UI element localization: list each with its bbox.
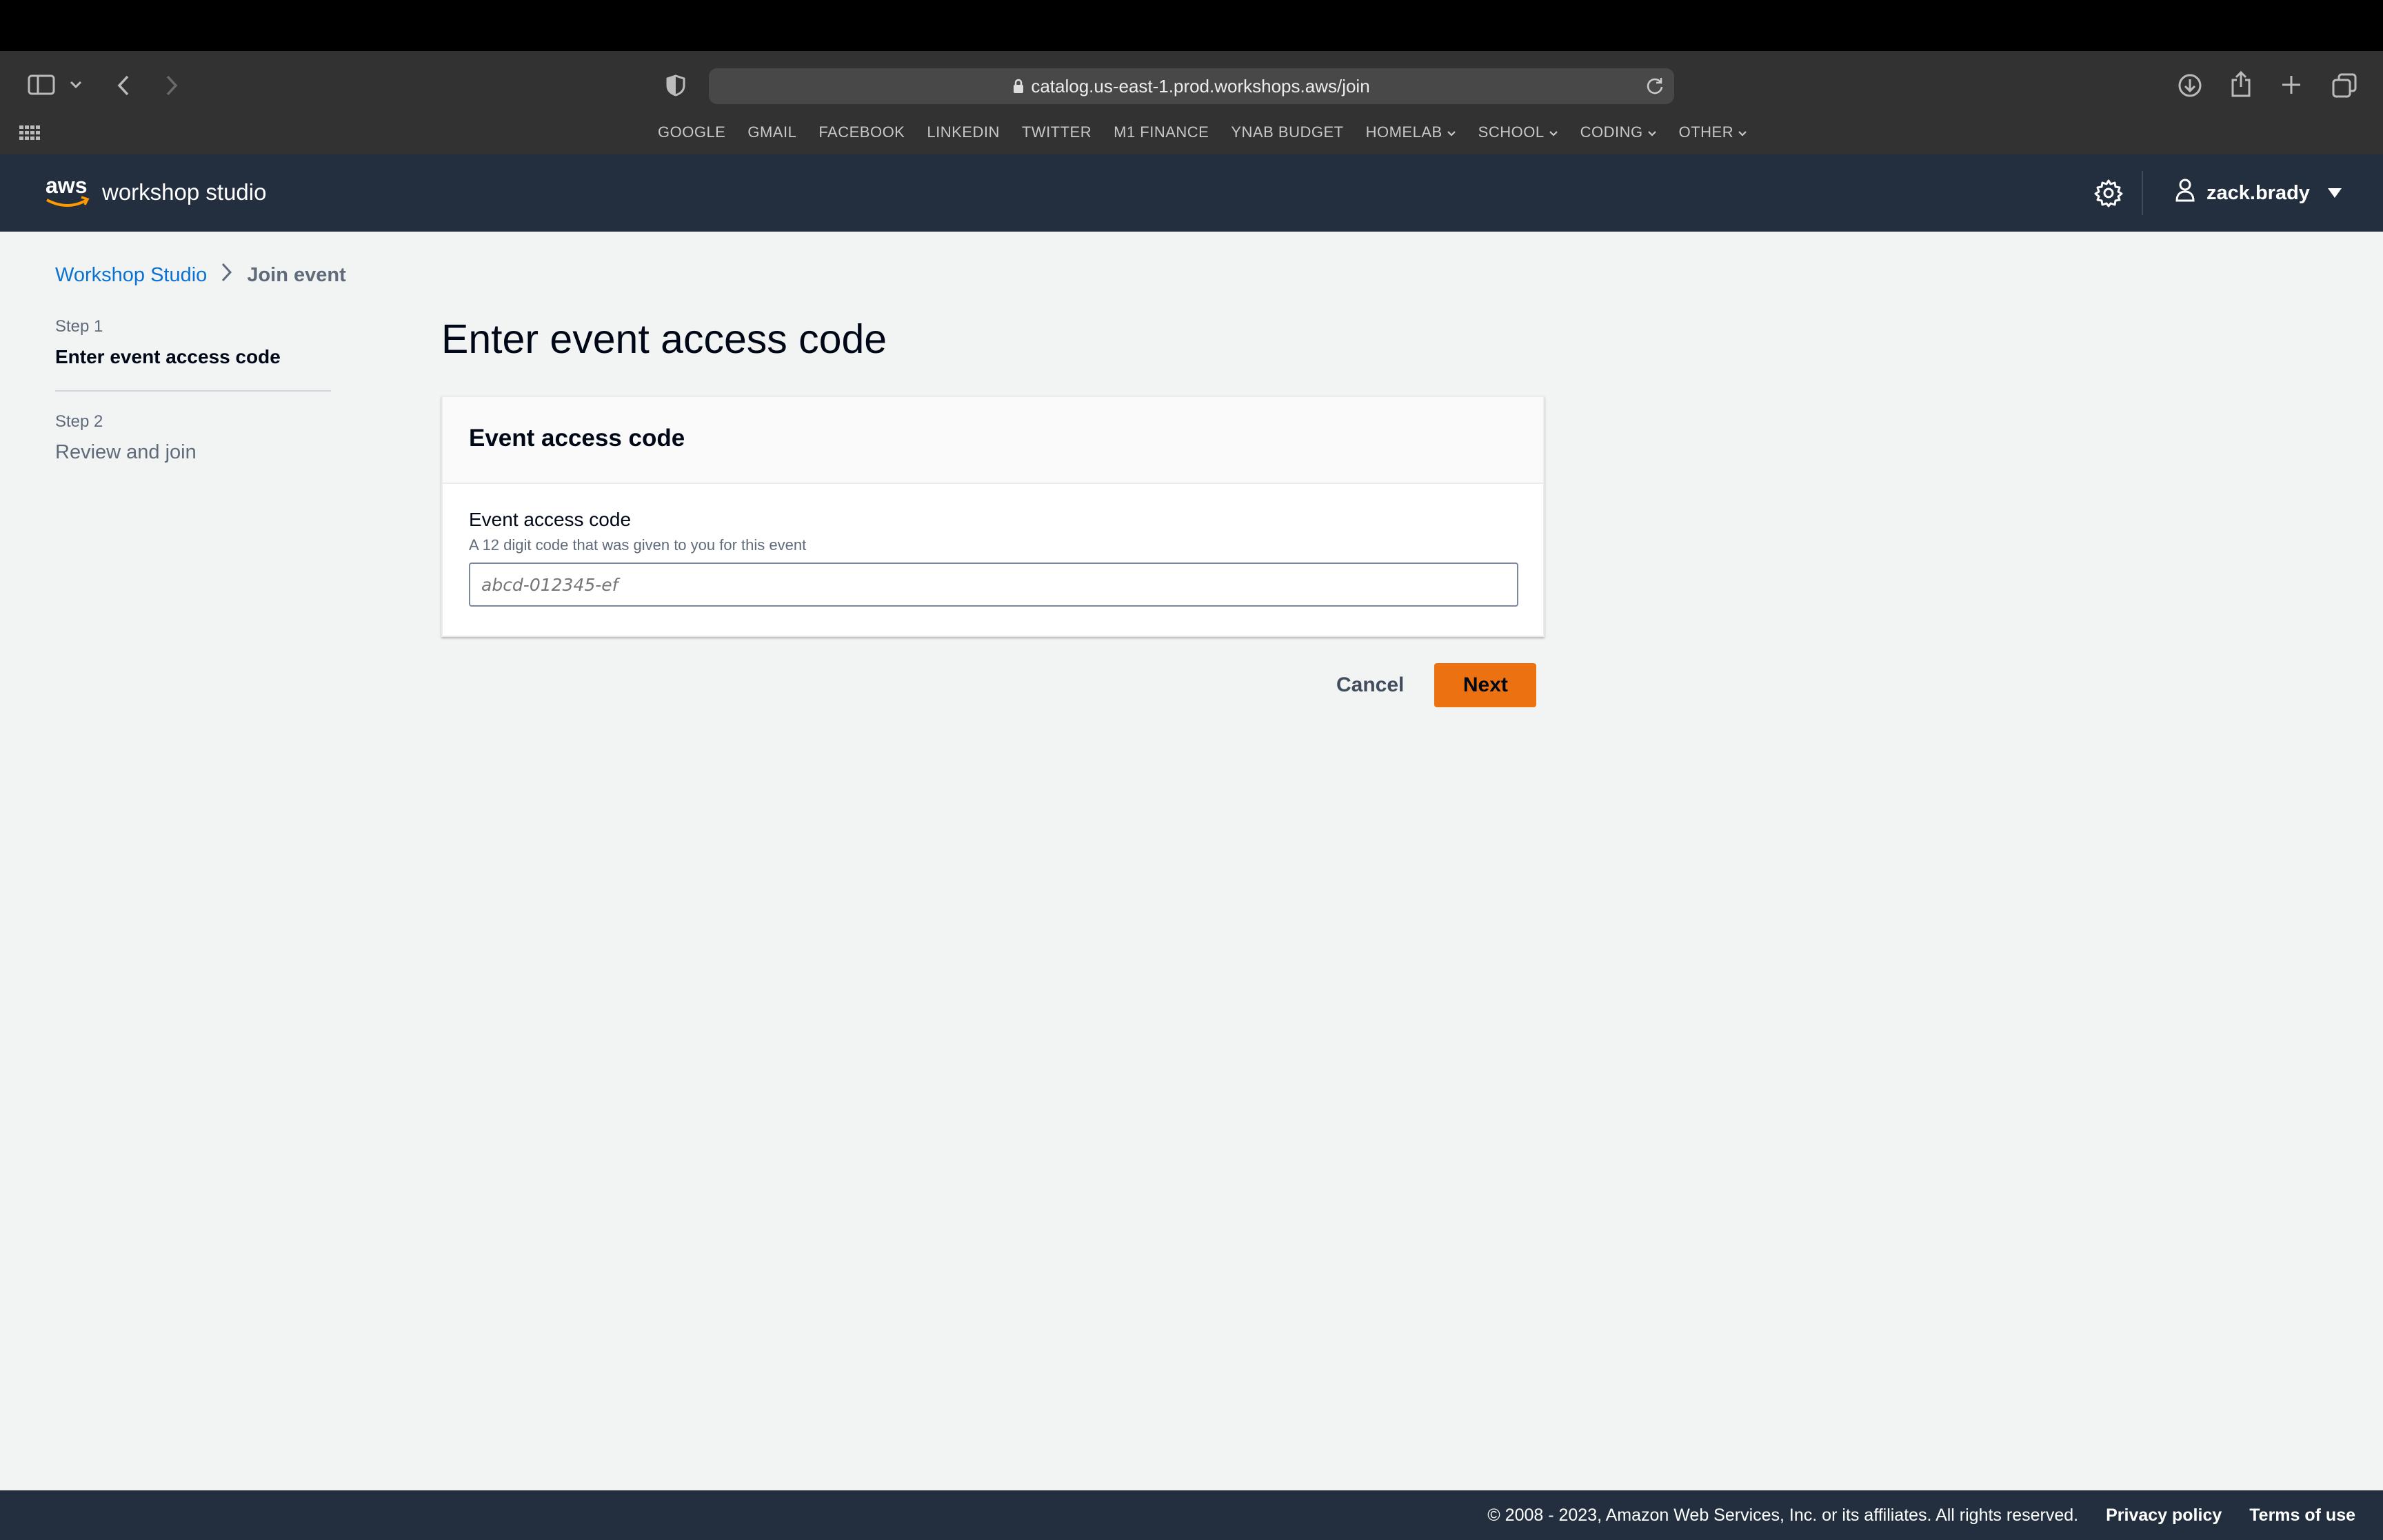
bookmark-coding[interactable]: CODING xyxy=(1580,123,1657,141)
bookmark-label: LINKEDIN xyxy=(927,123,1000,141)
card-title: Event access code xyxy=(469,425,685,452)
menu-bar xyxy=(0,0,2383,51)
step-number: Step 1 xyxy=(55,317,103,336)
lock-icon xyxy=(1013,77,1024,99)
user-menu-button[interactable]: zack.brady xyxy=(2175,178,2343,208)
bookmarks-bar: GOOGLE GMAIL FACEBOOK LINKEDIN TWITTER M1 FIN… xyxy=(658,123,1747,142)
address-bar[interactable]: catalog.us-east-1.prod.workshops.aws/joi… xyxy=(709,68,1674,104)
aws-logo[interactable]: aws xyxy=(44,173,91,213)
bookmark-homelab[interactable]: HOMELAB xyxy=(1366,123,1456,141)
cancel-button[interactable]: Cancel xyxy=(1324,673,1404,697)
chevron-right-icon xyxy=(221,262,233,288)
next-button[interactable]: Next xyxy=(1434,663,1537,707)
new-tab-icon[interactable] xyxy=(2281,74,2302,95)
bookmark-twitter[interactable]: TWITTER xyxy=(1022,123,1092,141)
bookmark-ynab-budget[interactable]: YNAB BUDGET xyxy=(1231,123,1343,141)
step-divider xyxy=(55,390,331,392)
app-header: aws workshop studio zack.brady xyxy=(0,154,2383,232)
access-code-input[interactable] xyxy=(469,563,1518,607)
bookmark-m1-finance[interactable]: M1 FINANCE xyxy=(1114,123,1209,141)
username: zack.brady xyxy=(2206,181,2310,204)
chevron-down-icon xyxy=(1647,123,1657,141)
bookmark-gmail[interactable]: GMAIL xyxy=(747,123,796,141)
browser-toolbar: catalog.us-east-1.prod.workshops.aws/joi… xyxy=(0,51,2383,154)
step-2: Step 2 Review and join xyxy=(55,412,331,464)
reload-icon[interactable] xyxy=(1645,77,1665,99)
chevron-down-icon xyxy=(1447,123,1456,141)
page-title: Enter event access code xyxy=(441,316,887,362)
settings-gear-icon[interactable] xyxy=(2093,178,2124,212)
chevron-down-icon xyxy=(1738,123,1747,141)
chevron-down-icon xyxy=(1549,123,1558,141)
bookmark-label: SCHOOL xyxy=(1478,123,1545,141)
step-title: Enter event access code xyxy=(55,346,281,367)
user-icon xyxy=(2175,178,2195,208)
downloads-icon[interactable] xyxy=(2178,73,2202,98)
bookmark-facebook[interactable]: FACEBOOK xyxy=(818,123,905,141)
url-text: catalog.us-east-1.prod.workshops.aws/joi… xyxy=(1031,76,1370,97)
bookmark-label: YNAB BUDGET xyxy=(1231,123,1344,141)
wizard-steps: Step 1 Enter event access code Step 2 Re… xyxy=(55,317,331,464)
back-icon[interactable] xyxy=(116,74,131,97)
breadcrumb-current: Join event xyxy=(247,263,346,286)
terms-of-use-link[interactable]: Terms of use xyxy=(2249,1506,2355,1526)
bookmark-school[interactable]: SCHOOL xyxy=(1478,123,1558,141)
card-body: Event access code A 12 digit code that w… xyxy=(443,484,1543,631)
bookmark-label: HOMELAB xyxy=(1365,123,1442,141)
header-divider xyxy=(2142,171,2143,215)
bookmark-google[interactable]: GOOGLE xyxy=(658,123,725,141)
bookmark-label: OTHER xyxy=(1678,123,1734,141)
app-title[interactable]: workshop studio xyxy=(102,179,266,205)
bookmark-label: M1 FINANCE xyxy=(1114,123,1209,141)
aws-logo-text: aws xyxy=(46,175,87,198)
privacy-policy-link[interactable]: Privacy policy xyxy=(2106,1506,2222,1526)
access-code-description: A 12 digit code that was given to you fo… xyxy=(469,536,807,554)
bookmark-linkedin[interactable]: LINKEDIN xyxy=(927,123,999,141)
step-number: Step 2 xyxy=(55,412,103,431)
footer: © 2008 - 2023, Amazon Web Services, Inc.… xyxy=(0,1490,2383,1540)
bookmark-other[interactable]: OTHER xyxy=(1679,123,1748,141)
chevron-down-icon[interactable] xyxy=(69,80,83,90)
bookmark-label: FACEBOOK xyxy=(818,123,905,141)
copyright-text: © 2008 - 2023, Amazon Web Services, Inc.… xyxy=(1487,1506,2079,1525)
share-icon[interactable] xyxy=(2230,70,2252,98)
form-actions: Cancel Next xyxy=(1324,663,1537,707)
access-code-card: Event access code Event access code A 12… xyxy=(441,396,1545,637)
card-header: Event access code xyxy=(443,397,1543,484)
step-title: Review and join xyxy=(55,441,197,463)
bookmark-label: CODING xyxy=(1580,123,1643,141)
apps-grid-icon[interactable] xyxy=(19,125,40,144)
privacy-shield-icon[interactable] xyxy=(666,74,685,97)
tab-overview-icon[interactable] xyxy=(2332,73,2357,98)
bookmark-label: GOOGLE xyxy=(658,123,726,141)
bookmark-label: GMAIL xyxy=(747,123,797,141)
bookmark-label: TWITTER xyxy=(1021,123,1092,141)
breadcrumb-link-workshop-studio[interactable]: Workshop Studio xyxy=(55,264,207,287)
caret-down-icon xyxy=(2326,182,2343,205)
breadcrumb: Workshop Studio Join event xyxy=(55,262,346,288)
step-1[interactable]: Step 1 Enter event access code xyxy=(55,317,331,368)
access-code-label: Event access code xyxy=(469,509,632,530)
sidebar-toggle-icon[interactable] xyxy=(28,74,55,95)
forward-icon[interactable] xyxy=(164,74,179,97)
